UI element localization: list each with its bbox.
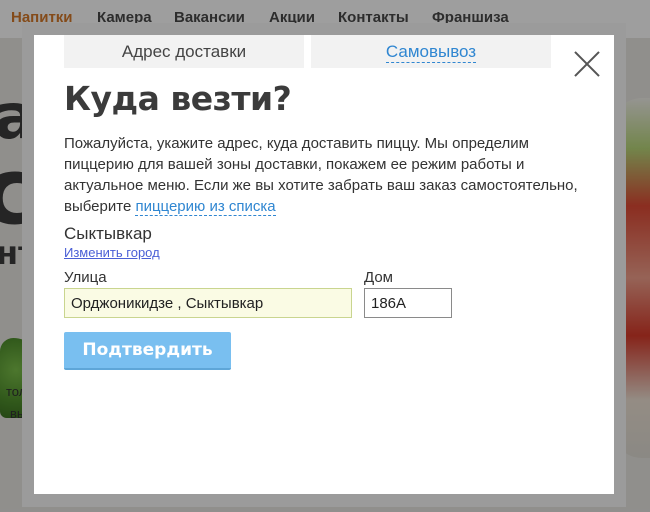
pizzeria-list-link[interactable]: пиццерию из списка — [135, 198, 276, 216]
tab-pickup-label: Самовывоз — [385, 42, 477, 63]
change-city-link[interactable]: Изменить город — [64, 245, 160, 260]
house-input[interactable] — [364, 288, 452, 318]
close-icon[interactable] — [574, 51, 600, 77]
street-label: Улица — [64, 269, 107, 286]
delivery-address-modal: Адрес доставки Самовывоз Куда везти? Пож… — [34, 35, 614, 494]
modal-title: Куда везти? — [64, 79, 292, 118]
current-city: Сыктывкар — [64, 224, 152, 243]
confirm-button[interactable]: Подтвердить — [64, 332, 231, 370]
street-input[interactable] — [64, 288, 352, 318]
modal-description: Пожалуйста, укажите адрес, куда доставит… — [64, 133, 584, 217]
tab-delivery-address[interactable]: Адрес доставки — [64, 35, 304, 68]
tab-pickup[interactable]: Самовывоз — [311, 35, 551, 68]
house-label: Дом — [364, 269, 393, 286]
